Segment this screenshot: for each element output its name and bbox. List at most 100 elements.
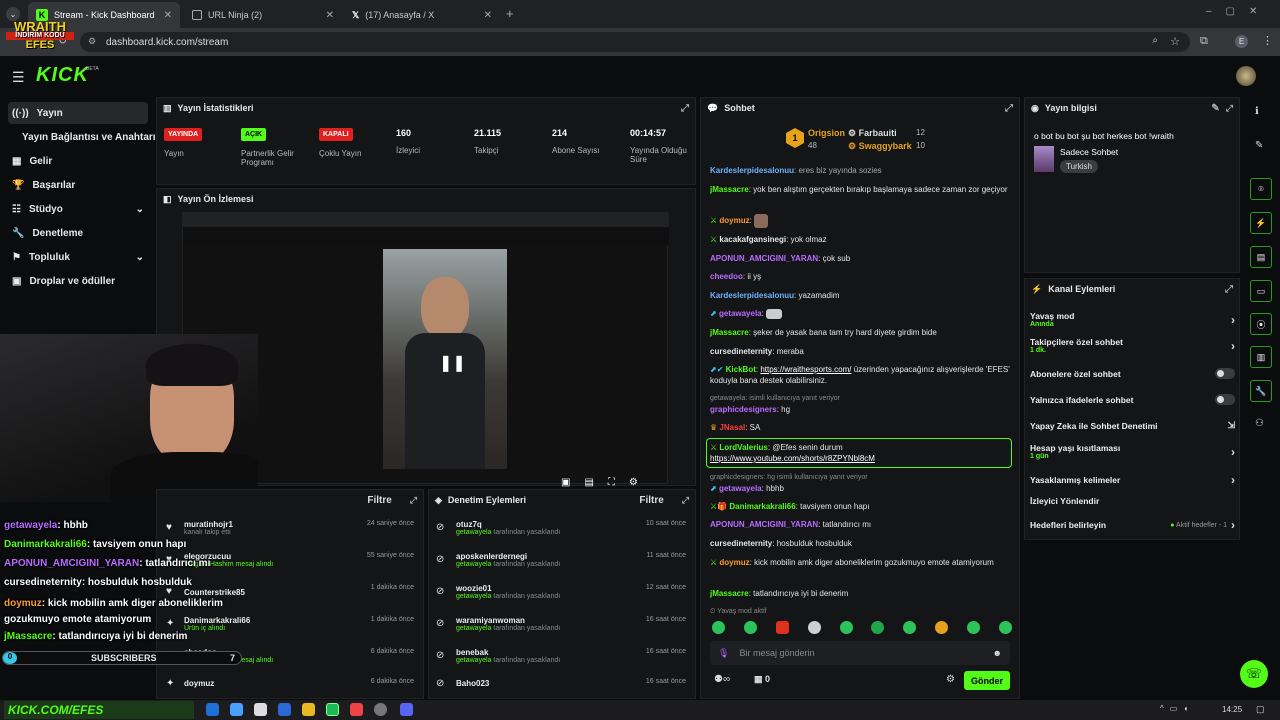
sidebar-item-gelir[interactable]: ▦ Gelir — [8, 150, 148, 172]
action-followers-only[interactable]: Takipçilere özel sohbet 1 dk. › — [1030, 337, 1235, 354]
chat-link[interactable]: https://www.youtube.com/shorts/r8ZPYNbl8… — [710, 454, 875, 463]
taskbar-app-icon[interactable] — [302, 703, 315, 716]
taskbar-app-icon[interactable] — [374, 703, 387, 716]
zoom-icon[interactable]: ⌕ — [1152, 35, 1158, 46]
browser-menu-icon[interactable]: ⋮ — [1262, 34, 1273, 47]
emote-icon[interactable] — [871, 621, 885, 634]
sidebar-item-basarilar[interactable]: 🏆 Başarılar — [8, 174, 148, 196]
emote-icon[interactable] — [712, 621, 725, 634]
expand-icon[interactable]: ⤢ — [410, 495, 417, 506]
rail-button-wrench[interactable]: 🔧 — [1250, 380, 1272, 402]
profile-avatar[interactable]: E — [1235, 35, 1248, 48]
action-account-age[interactable]: Hesap yaşı kısıtlaması 1 gün › — [1030, 443, 1235, 460]
send-button[interactable]: Gönder — [964, 671, 1010, 690]
extensions-icon[interactable]: ⧉ — [1200, 35, 1208, 48]
help-chat-icon[interactable]: ☏ — [1240, 660, 1268, 688]
action-goals[interactable]: Hedefleri belirleyin ● Aktif hedefler - 1… — [1030, 518, 1235, 532]
community-rail-icon[interactable]: ⚇ — [1255, 418, 1264, 429]
gift-counter[interactable]: ▦ 0 — [754, 674, 770, 685]
rail-button-storage[interactable]: ▥ — [1250, 346, 1272, 368]
action-ai-moderation[interactable]: Yapay Zeka ile Sohbet Denetimi ⇲ — [1030, 420, 1235, 431]
pencil-rail-icon[interactable]: ✎ — [1255, 140, 1263, 151]
notifications-icon[interactable]: ▢ — [1256, 704, 1265, 715]
emote-icon[interactable] — [935, 621, 949, 634]
badge-icon: ⬈ — [710, 484, 717, 493]
action-emotes-only: Yalnızca ifadelerle sohbet — [1030, 394, 1235, 405]
site-info-icon[interactable]: ⚙ — [88, 36, 96, 47]
expand-icon[interactable]: ⤢ — [1225, 284, 1233, 295]
taskbar-discord-icon[interactable] — [400, 703, 413, 716]
taskbar-app-icon[interactable] — [206, 703, 219, 716]
emote-icon[interactable] — [967, 621, 980, 634]
close-icon[interactable]: ✕ — [164, 10, 172, 21]
rail-button-chat[interactable]: ▭ — [1250, 280, 1272, 302]
url-field[interactable]: ⚙ dashboard.kick.com/stream ☆ ⌕ — [80, 32, 1190, 52]
sidebar-item-studyo[interactable]: ☷ Stüdyo ⌄ — [8, 198, 148, 220]
emote-icon[interactable] — [998, 621, 1012, 634]
close-icon[interactable]: ✕ — [484, 10, 492, 21]
taskbar-app-icon[interactable] — [254, 703, 267, 716]
sword-icon: ⚔ — [710, 443, 718, 452]
chat-input[interactable]: 🎙 Bir mesaj gönderin ☻ — [710, 641, 1010, 665]
info-rail-icon[interactable]: ℹ — [1255, 106, 1259, 117]
sidebar-item-droplar[interactable]: ▣ Droplar ve ödüller — [8, 270, 148, 292]
pause-icon[interactable]: ❚❚ — [439, 353, 466, 373]
player-controls[interactable]: ▣▤⛶⚙ — [561, 477, 652, 488]
expand-icon[interactable]: ⤢ — [681, 103, 689, 114]
stream-banner-overlay: KICK.COM/EFES — [4, 701, 194, 719]
bookmark-star-icon[interactable]: ☆ — [1170, 35, 1180, 48]
emote-icon[interactable] — [775, 621, 789, 634]
tab-url-ninja[interactable]: URL Ninja (2) ✕ — [184, 2, 342, 28]
action-raid[interactable]: İzleyici Yönlendir — [1030, 496, 1235, 506]
emoji-icon[interactable]: ☻ — [993, 648, 1002, 658]
leader-3[interactable]: ⚙ Swaggybark — [848, 141, 912, 152]
sidebar-item-yayin[interactable]: ((·)) Yayın — [8, 102, 148, 124]
action-banned-words[interactable]: Yasaklanmış kelimeler › — [1030, 473, 1235, 487]
rail-button-notes[interactable]: ▤ — [1250, 246, 1272, 268]
edit-icon[interactable]: ✎ — [1211, 103, 1219, 114]
activity-filter-button[interactable]: Filtre — [367, 495, 391, 506]
infinity-icon[interactable]: ⚉∞ — [714, 674, 730, 685]
moderation-filter-button[interactable]: Filtre — [639, 495, 663, 506]
expand-icon[interactable]: ⤢ — [682, 495, 689, 506]
webcam-hair — [146, 344, 238, 386]
rail-button-camera[interactable]: ⌾ — [1250, 178, 1272, 200]
stream-info-header: ◉ Yayın bilgisi ✎ ⤢ — [1031, 102, 1233, 114]
rail-button-lightning[interactable]: ⚡ — [1250, 212, 1272, 234]
rail-button-broadcast[interactable]: ⦿ — [1250, 313, 1272, 335]
expand-icon[interactable]: ⤢ — [1226, 103, 1233, 114]
leader-1-name[interactable]: Origsion — [808, 128, 845, 138]
subscribers-only-toggle[interactable] — [1215, 368, 1235, 379]
leader-2[interactable]: ⚙ Farbauiti — [848, 128, 897, 139]
chat-message: ⚔ doymuz: kick mobilin amk diger aboneli… — [710, 558, 994, 567]
emote-icon[interactable] — [903, 621, 917, 634]
mic-icon[interactable]: 🎙 — [718, 648, 729, 659]
emote-icon[interactable] — [807, 621, 821, 634]
chat-message: APONUN_AMCIGINI_YARAN: tatlandırıcı mı — [710, 520, 872, 529]
tab-x[interactable]: 𝕏 (17) Anasayfa / X ✕ — [344, 2, 500, 28]
kick-logo[interactable]: KICK — [36, 64, 89, 87]
emote-icon[interactable] — [743, 621, 757, 634]
sword-icon: ⚔ — [710, 235, 718, 244]
user-avatar[interactable] — [1236, 66, 1256, 86]
taskbar-app-icon[interactable] — [278, 703, 291, 716]
sidebar-item-denetleme[interactable]: 🔧 Denetleme — [8, 222, 148, 244]
sidebar-item-stream-key[interactable]: Yayın Bağlantısı ve Anahtarı — [18, 126, 158, 148]
expand-icon[interactable]: ⤢ — [1005, 103, 1013, 114]
taskbar-app-icon[interactable] — [230, 703, 243, 716]
window-controls[interactable]: –▢✕ — [1206, 6, 1271, 17]
close-icon[interactable]: ✕ — [326, 10, 334, 21]
taskbar-clock: 14:25 — [1222, 705, 1243, 714]
chat-settings-icon[interactable]: ⚙ — [946, 674, 955, 685]
taskbar-chrome-icon[interactable] — [350, 703, 363, 716]
stream-category[interactable]: Sadece Sohbet — [1060, 147, 1118, 157]
taskbar-spotify-icon[interactable] — [326, 703, 339, 716]
action-slow-mode[interactable]: Yavaş mod Anında › — [1030, 311, 1235, 328]
sidebar-item-topluluk[interactable]: ⚑ Topluluk ⌄ — [8, 246, 148, 268]
emote-icon[interactable] — [839, 621, 853, 634]
new-tab-icon[interactable]: + — [506, 6, 514, 21]
emotes-only-toggle[interactable] — [1215, 394, 1235, 405]
chat-link[interactable]: https://wraithesports.com/ — [760, 365, 851, 374]
hamburger-menu-icon[interactable]: ☰ — [12, 69, 25, 86]
system-tray-icons[interactable]: ^▭◖ — [1160, 704, 1194, 713]
